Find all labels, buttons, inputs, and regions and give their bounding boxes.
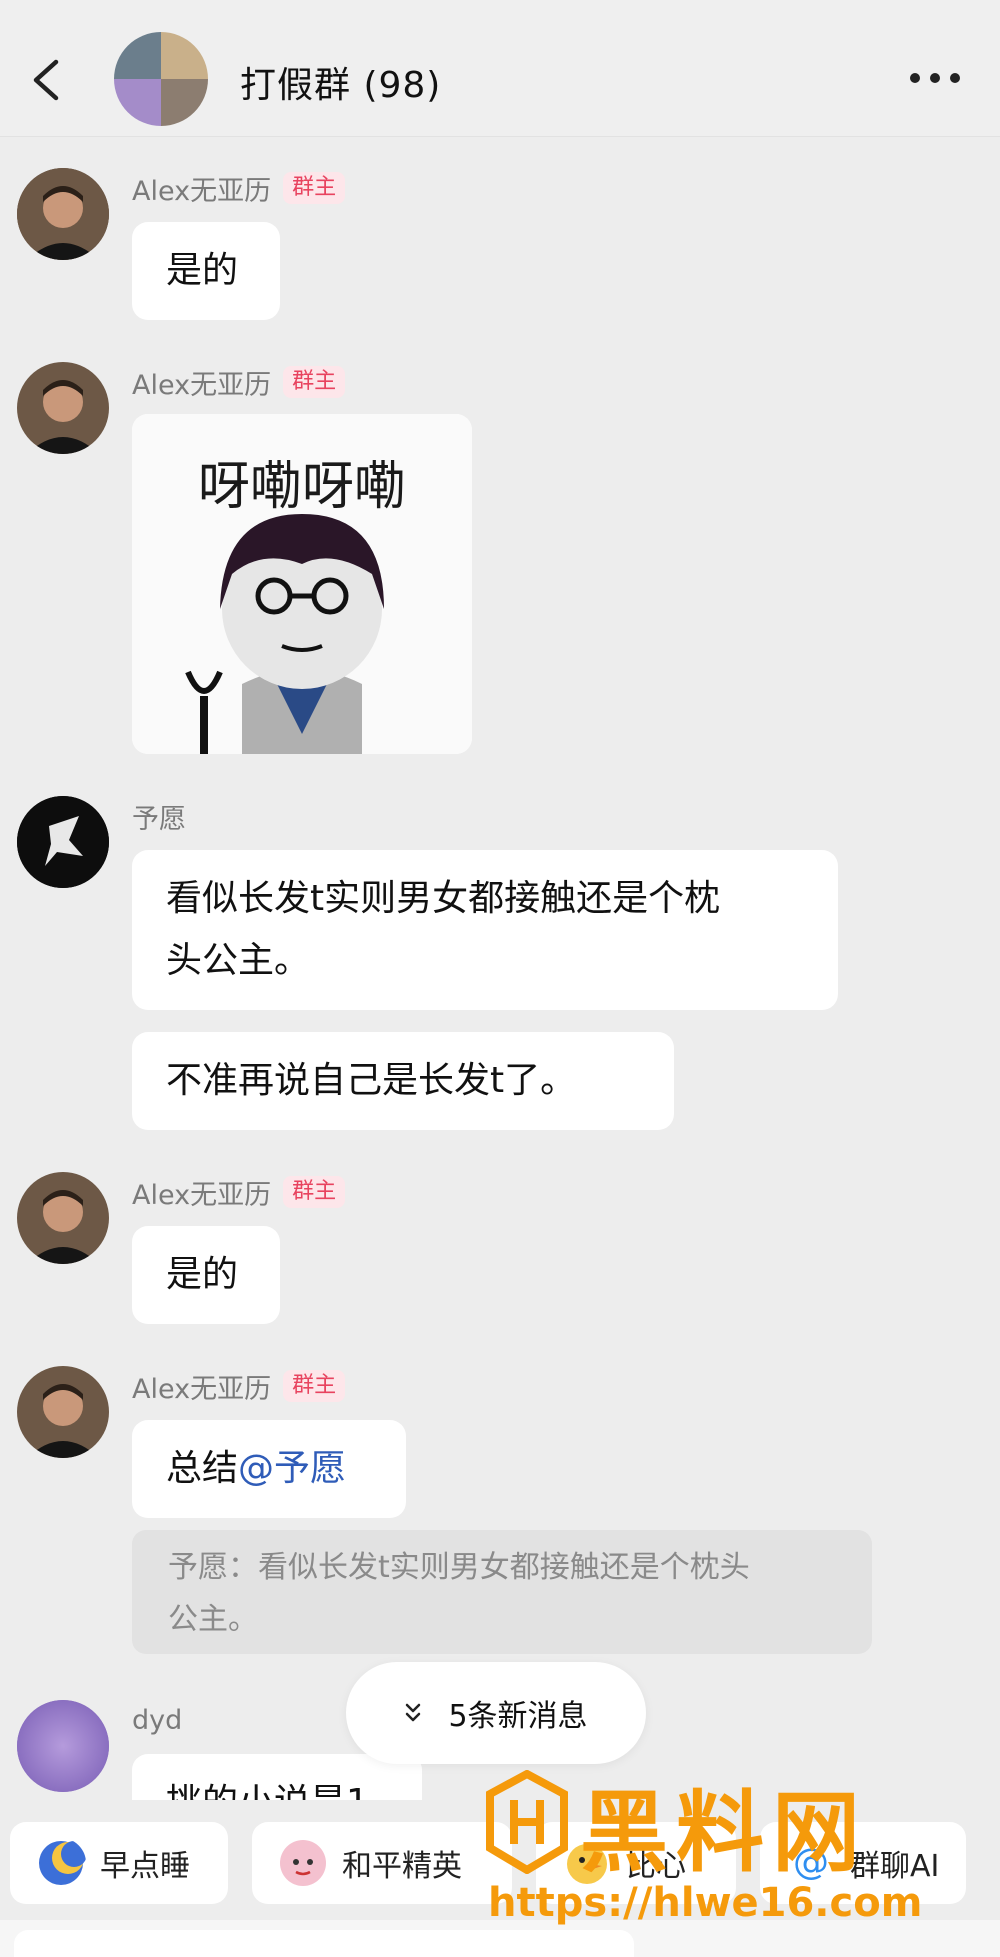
avatar[interactable] [17, 1700, 109, 1792]
message-text: 头公主。 [166, 940, 311, 981]
back-button[interactable] [22, 44, 72, 114]
new-messages-button[interactable]: 5条新消息 [346, 1662, 646, 1764]
owner-badge: 群主 [283, 1175, 346, 1209]
owner-badge: 群主 [283, 1369, 346, 1403]
sender-name: dyd [132, 1704, 183, 1736]
message-bubble[interactable]: 是的 [132, 222, 280, 320]
watermark: 黑料网 https://hlwe16.com [484, 1760, 1000, 1926]
sticker-image[interactable]: 呀嘞呀嘞 [132, 414, 472, 754]
sender-name: Alex无亚历 [132, 1179, 272, 1211]
avatar[interactable] [17, 1172, 109, 1264]
avatar[interactable] [17, 796, 109, 888]
game-avatar-icon [280, 1840, 326, 1886]
message-bubble[interactable]: 是的 [132, 1226, 280, 1324]
chat-header: 打假群 (98) [0, 0, 1000, 137]
message-bubble[interactable]: 不准再说自己是长发t了。 [132, 1032, 674, 1130]
new-messages-label: 5条新消息 [448, 1699, 588, 1734]
more-icon [910, 73, 960, 83]
message-input[interactable] [14, 1930, 634, 1957]
watermark-logo [486, 1770, 568, 1874]
quote-text: 予愿：看似长发t实则男女都接触还是个枕头 [168, 1550, 750, 1585]
quote-text: 公主。 [168, 1602, 258, 1637]
avatar[interactable] [17, 1366, 109, 1458]
sender-name: Alex无亚历 [132, 1373, 272, 1405]
watermark-title: 黑料网 [580, 1781, 869, 1884]
sender-name: Alex无亚历 [132, 369, 272, 401]
sender-name: 予愿 [132, 803, 186, 835]
watermark-url: https://hlwe16.com [488, 1880, 923, 1926]
chat-title[interactable]: 打假群 (98) [240, 56, 441, 108]
moon-icon [39, 1841, 86, 1885]
chip-label: 和平精英 [342, 1849, 462, 1884]
double-chevron-down-icon [406, 1703, 421, 1722]
group-avatar[interactable] [114, 32, 208, 126]
owner-badge: 群主 [283, 365, 346, 399]
avatar[interactable] [17, 362, 109, 454]
chip-early-sleep[interactable]: 早点睡 [10, 1822, 228, 1904]
sticker-caption: 呀嘞呀嘞 [198, 457, 406, 517]
chip-peace-elite[interactable]: 和平精英 [252, 1822, 512, 1904]
chip-label: 早点睡 [100, 1849, 190, 1884]
quoted-message[interactable]: 予愿：看似长发t实则男女都接触还是个枕头 公主。 [132, 1530, 872, 1654]
message-text: 看似长发t实则男女都接触还是个枕 [166, 878, 721, 919]
avatar[interactable] [17, 168, 109, 260]
message-bubble[interactable]: 总结@予愿 [132, 1420, 406, 1518]
owner-badge: 群主 [283, 171, 346, 205]
chevron-left-icon [33, 59, 59, 101]
message-bubble[interactable]: 看似长发t实则男女都接触还是个枕 头公主。 [132, 850, 838, 1010]
more-options-button[interactable] [905, 60, 965, 96]
message-text: 总结 [166, 1448, 239, 1489]
sender-name: Alex无亚历 [132, 175, 272, 207]
mention-link[interactable]: @予愿 [238, 1448, 346, 1489]
